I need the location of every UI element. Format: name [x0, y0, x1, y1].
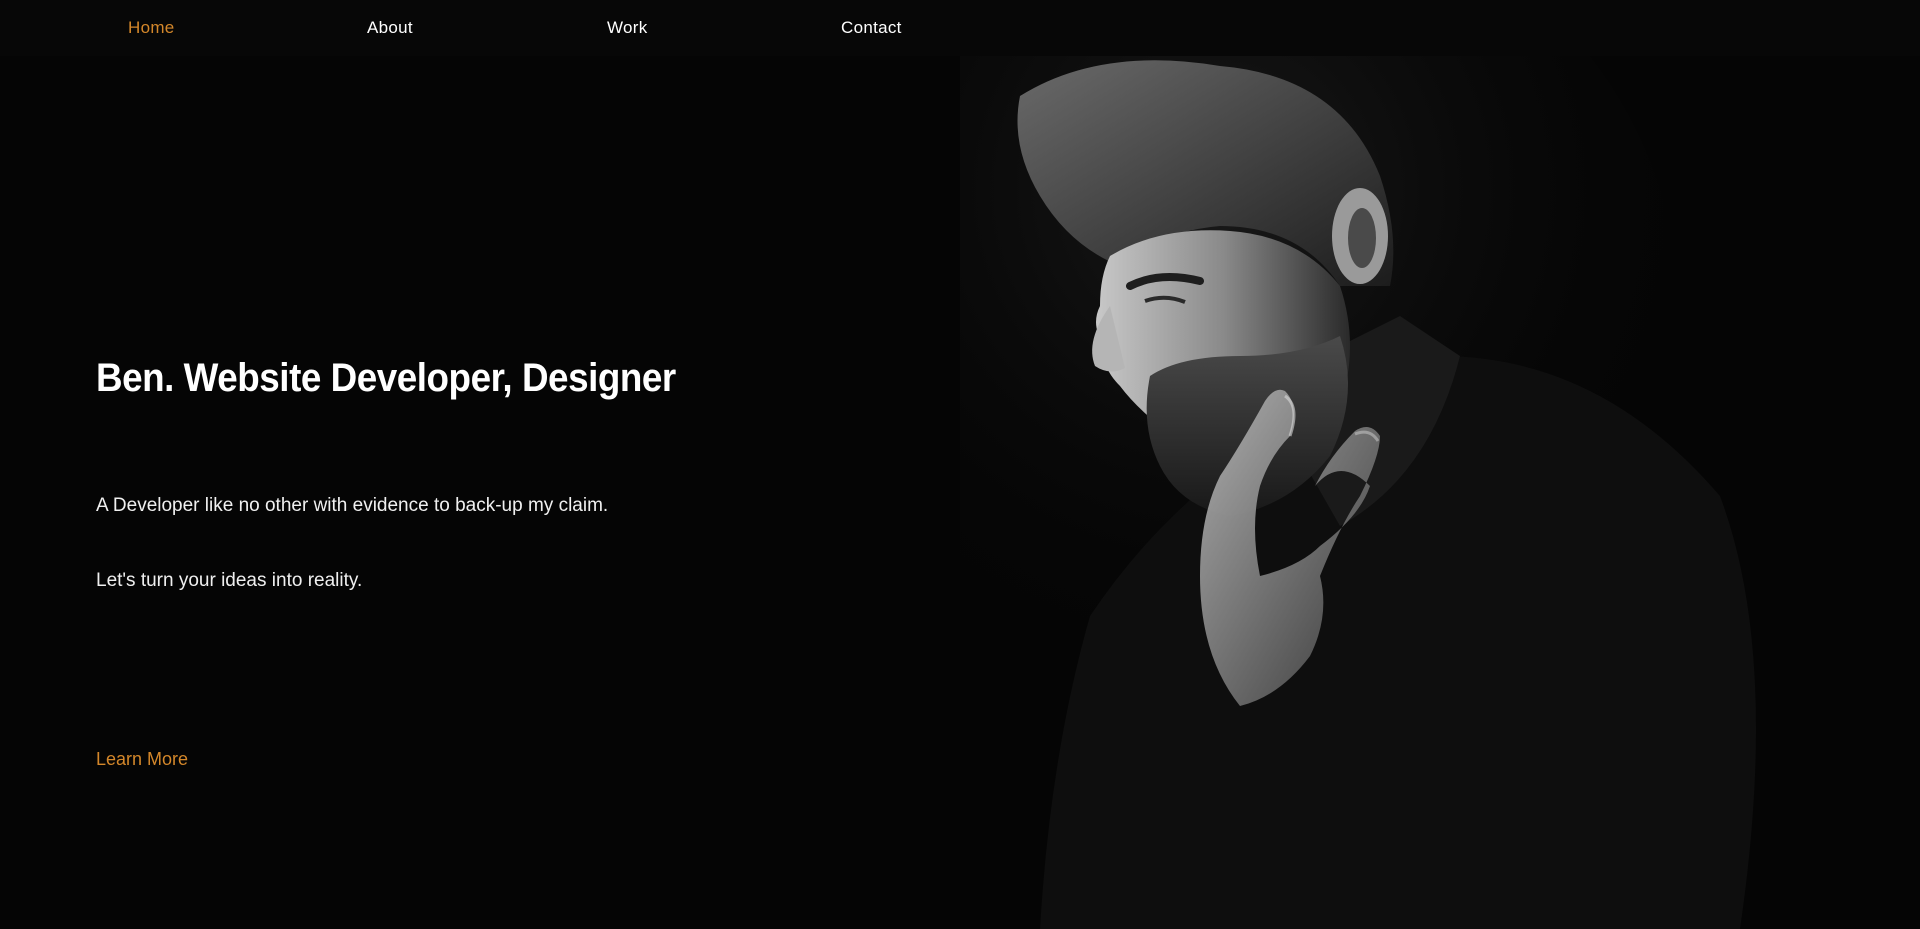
nav-contact-link[interactable]: Contact — [841, 0, 902, 56]
hero-tagline: A Developer like no other with evidence … — [96, 495, 609, 516]
top-navbar: Home About Work Contact — [0, 0, 1920, 56]
portrait-photo — [960, 56, 1920, 929]
learn-more-link[interactable]: Learn More — [96, 749, 188, 770]
nav-about-link[interactable]: About — [367, 0, 413, 56]
hero-subtagline: Let's turn your ideas into reality. — [96, 570, 363, 591]
nav-home-link[interactable]: Home — [128, 0, 175, 56]
nav-work-link[interactable]: Work — [607, 0, 648, 56]
page: Home About Work Contact Ben. Website Dev… — [0, 0, 1920, 929]
hero-title: Ben. Website Developer, Designer — [96, 356, 676, 400]
